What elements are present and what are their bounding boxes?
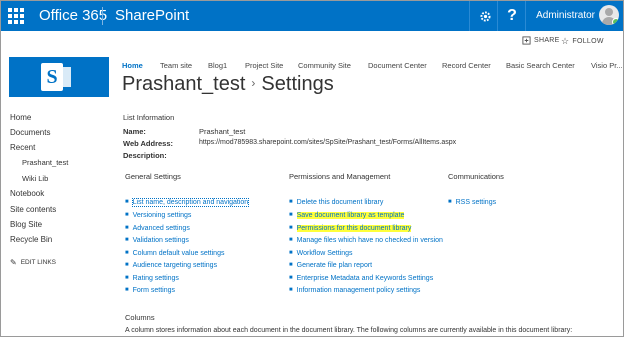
share-label: SHARE — [534, 37, 560, 44]
web-address-label: Web Address: — [123, 139, 174, 148]
leftnav-wiki-lib[interactable]: Wiki Lib — [22, 174, 48, 183]
pencil-icon: ✎ — [10, 258, 17, 267]
link-enterprise-metadata-keywords[interactable]: ■ Enterprise Metadata and Keywords Settin… — [289, 275, 433, 282]
waffle-icon[interactable] — [1, 1, 31, 31]
settings-title: Settings — [261, 73, 334, 95]
suite-divider — [102, 7, 103, 25]
columns-description: A column stores information about each d… — [125, 327, 573, 334]
follow-button[interactable]: ☆ FOLLOW — [561, 36, 604, 47]
edit-links-button[interactable]: ✎ EDIT LINKS — [10, 258, 56, 267]
user-name[interactable]: Administrator — [536, 10, 595, 21]
topnav-basic-search-center[interactable]: Basic Search Center — [506, 61, 575, 70]
description-label: Description: — [123, 151, 167, 160]
suite-divider — [469, 1, 470, 31]
gear-icon[interactable] — [471, 1, 499, 31]
columns-heading: Columns — [125, 313, 155, 322]
topnav-record-center[interactable]: Record Center — [442, 61, 491, 70]
breadcrumb-chevron-icon: › — [251, 76, 256, 90]
edit-links-label: EDIT LINKS — [20, 259, 56, 266]
link-generate-file-plan-report[interactable]: ■ Generate file plan report — [289, 262, 372, 269]
share-icon — [522, 36, 531, 45]
web-address-value: https://mod785983.sharepoint.com/sites/S… — [199, 139, 457, 146]
name-label: Name: — [123, 127, 146, 136]
communications-heading: Communications — [448, 172, 504, 181]
link-list-name-description-navigation[interactable]: ■ List name, description and navigation — [125, 198, 250, 207]
permissions-heading: Permissions and Management — [289, 172, 391, 181]
link-permissions-document-library[interactable]: ■ Permissions for this document library — [289, 225, 412, 232]
link-delete-document-library[interactable]: ■ Delete this document library — [289, 199, 383, 206]
suite-divider — [525, 1, 526, 31]
link-rss-settings[interactable]: ■ RSS settings — [448, 199, 496, 206]
topnav-home[interactable]: Home — [122, 61, 143, 70]
leftnav-recent[interactable]: Recent — [10, 143, 35, 152]
sharepoint-app-title[interactable]: SharePoint — [115, 7, 189, 24]
link-audience-targeting-settings[interactable]: ■ Audience targeting settings — [125, 262, 217, 269]
avatar[interactable] — [599, 5, 619, 25]
browser-frame: Office 365 SharePoint ? Administrator SH… — [0, 0, 624, 337]
sharepoint-logo-icon: S — [41, 63, 63, 91]
leftnav-home[interactable]: Home — [10, 113, 31, 122]
link-form-settings[interactable]: ■ Form settings — [125, 287, 175, 294]
link-versioning-settings[interactable]: ■ Versioning settings — [125, 212, 191, 219]
topnav-team-site[interactable]: Team site — [160, 61, 192, 70]
topnav-community-site[interactable]: Community Site — [298, 61, 351, 70]
leftnav-prashant-test[interactable]: Prashant_test — [22, 158, 68, 167]
share-button[interactable]: SHARE — [522, 36, 560, 45]
link-information-management-policy[interactable]: ■ Information management policy settings — [289, 287, 420, 294]
follow-label: FOLLOW — [572, 38, 604, 45]
star-icon: ☆ — [561, 36, 570, 46]
leftnav-notebook[interactable]: Notebook — [10, 189, 44, 198]
leftnav-documents[interactable]: Documents — [10, 128, 50, 137]
link-save-as-template[interactable]: ■ Save document library as template — [289, 212, 405, 219]
topnav-blog1[interactable]: Blog1 — [208, 61, 227, 70]
topnav-project-site[interactable]: Project Site — [245, 61, 283, 70]
link-workflow-settings[interactable]: ■ Workflow Settings — [289, 250, 353, 257]
page-title: Prashant_test › Settings — [122, 73, 334, 96]
leftnav-blog-site[interactable]: Blog Site — [10, 220, 42, 229]
link-rating-settings[interactable]: ■ Rating settings — [125, 275, 179, 282]
general-settings-heading: General Settings — [125, 172, 181, 181]
link-column-default-value-settings[interactable]: ■ Column default value settings — [125, 250, 224, 257]
help-icon[interactable]: ? — [498, 1, 526, 31]
leftnav-recycle-bin[interactable]: Recycle Bin — [10, 235, 52, 244]
topnav-visio[interactable]: Visio Pr... — [591, 61, 623, 70]
link-manage-files-no-checked-in[interactable]: ■ Manage files which have no checked in v… — [289, 237, 443, 244]
office365-brand[interactable]: Office 365 — [39, 7, 107, 24]
suite-bar: Office 365 SharePoint ? Administrator — [1, 1, 623, 31]
link-validation-settings[interactable]: ■ Validation settings — [125, 237, 189, 244]
list-information-heading: List Information — [123, 113, 175, 122]
site-logo[interactable]: S — [9, 57, 109, 97]
topnav-document-center[interactable]: Document Center — [368, 61, 427, 70]
link-advanced-settings[interactable]: ■ Advanced settings — [125, 225, 190, 232]
leftnav-site-contents[interactable]: Site contents — [10, 205, 56, 214]
name-value: Prashant_test — [199, 127, 246, 136]
library-title-link[interactable]: Prashant_test — [122, 73, 245, 95]
